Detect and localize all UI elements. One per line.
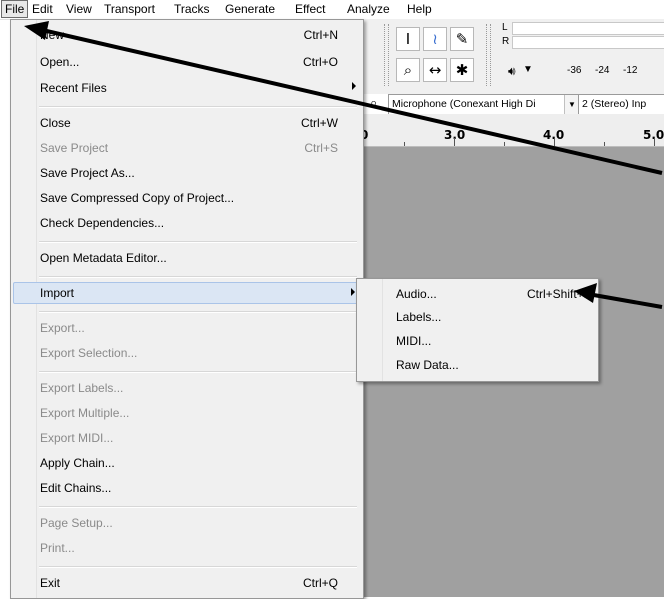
arrow-head-icon: [24, 21, 49, 40]
arrow-head-icon: [574, 283, 597, 303]
annotation-arrow-file: [37, 27, 663, 175]
annotation-arrow-audio: [587, 292, 663, 309]
annotation-arrows: [24, 21, 663, 309]
